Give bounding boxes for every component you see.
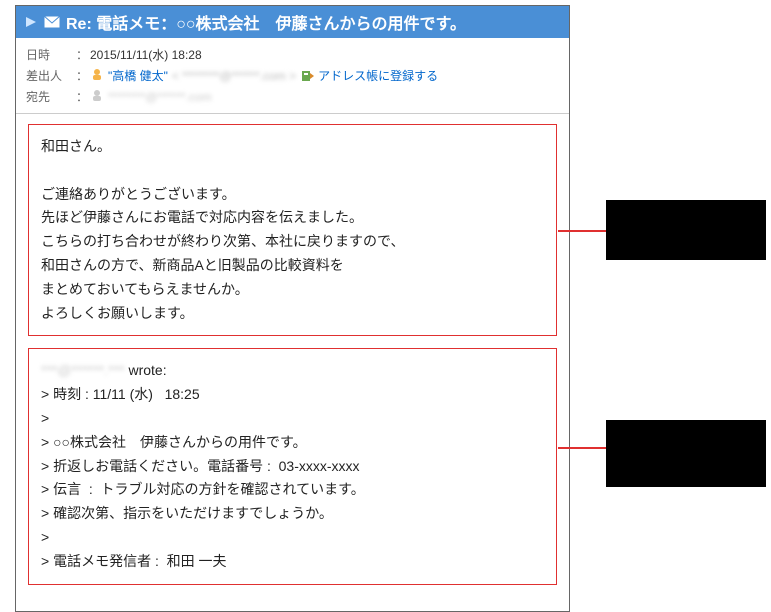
quoted-line: > 時刻 : 11/11 (水) 18:25 [41, 383, 544, 407]
subject-text: Re: 電話メモ：○○株式会社 伊藤さんからの用件です。 [66, 10, 466, 34]
reply-line: よろしくお願いします。 [41, 302, 544, 326]
quoted-line: > 確認次第、指示をいただけますでしょうか。 [41, 502, 544, 526]
envelope-icon [44, 16, 60, 28]
reply-line: 和田さん。 [41, 135, 544, 159]
person-icon [90, 67, 104, 84]
meta-row-to: 宛先 ： ********@******.com [26, 86, 559, 107]
quoted-line: > [41, 407, 544, 431]
callout-top: （返信内容の説明） [606, 200, 766, 260]
email-meta: 日時 ： 2015/11/11(水) 18:28 差出人 ： "高橋 健太" <… [16, 38, 569, 114]
quoted-from-masked: ***@******.*** [41, 359, 124, 383]
connector-line-top [558, 230, 606, 232]
flag-icon [24, 15, 38, 29]
meta-label-datetime: 日時 [26, 46, 76, 63]
meta-label-to: 宛先 [26, 88, 76, 105]
subject-bar: Re: 電話メモ：○○株式会社 伊藤さんからの用件です。 [16, 6, 569, 38]
meta-row-datetime: 日時 ： 2015/11/11(水) 18:28 [26, 44, 559, 65]
meta-row-from: 差出人 ： "高橋 健太" < ********@******.com > アド… [26, 65, 559, 86]
reply-line [41, 159, 544, 183]
quoted-line: > 電話メモ発信者 : 和田 一夫 [41, 550, 544, 574]
quoted-body-box: ***@******.*** wrote: > 時刻 : 11/11 (水) 1… [28, 348, 557, 584]
quoted-wrote-line: ***@******.*** wrote: [41, 359, 544, 383]
quoted-line: > 伝言 : トラブル対応の方針を確認されています。 [41, 478, 544, 502]
sender-name[interactable]: "高橋 健太" [108, 67, 168, 84]
meta-value-from: "高橋 健太" < ********@******.com > アドレス帳に登録… [90, 67, 559, 84]
connector-line-bottom [558, 447, 606, 449]
colon: ： [76, 46, 90, 63]
reply-line: まとめておいてもらえませんか。 [41, 278, 544, 302]
meta-value-to: ********@******.com [90, 88, 559, 105]
reply-line: 和田さんの方で、新商品Aと旧製品の比較資料を [41, 254, 544, 278]
quoted-wrote-suffix: wrote: [128, 359, 166, 383]
person-icon [90, 88, 104, 105]
meta-value-datetime: 2015/11/11(水) 18:28 [90, 46, 559, 63]
reply-line: 先ほど伊藤さんにお電話で対応内容を伝えました。 [41, 206, 544, 230]
addressbook-icon[interactable] [300, 69, 314, 83]
callout-bottom: （引用された元メールの説明） [606, 420, 766, 487]
reply-line: ご連絡ありがとうございます。 [41, 183, 544, 207]
email-body: 和田さん。 ご連絡ありがとうございます。先ほど伊藤さんにお電話で対応内容を伝えま… [16, 114, 569, 611]
to-address-masked: ********@******.com [108, 90, 212, 104]
reply-line: こちらの打ち合わせが終わり次第、本社に戻りますので、 [41, 230, 544, 254]
addressbook-link[interactable]: アドレス帳に登録する [318, 67, 438, 84]
quoted-line: > [41, 526, 544, 550]
email-window: Re: 電話メモ：○○株式会社 伊藤さんからの用件です。 日時 ： 2015/1… [15, 5, 570, 612]
quoted-line: > 折返しお電話ください。電話番号 : 03-xxxx-xxxx [41, 455, 544, 479]
sender-address-masked: < ********@******.com > [172, 69, 296, 83]
quoted-line: > ○○株式会社 伊藤さんからの用件です。 [41, 431, 544, 455]
reply-body-box: 和田さん。 ご連絡ありがとうございます。先ほど伊藤さんにお電話で対応内容を伝えま… [28, 124, 557, 336]
colon: ： [76, 67, 90, 84]
meta-label-from: 差出人 [26, 67, 76, 84]
colon: ： [76, 88, 90, 105]
